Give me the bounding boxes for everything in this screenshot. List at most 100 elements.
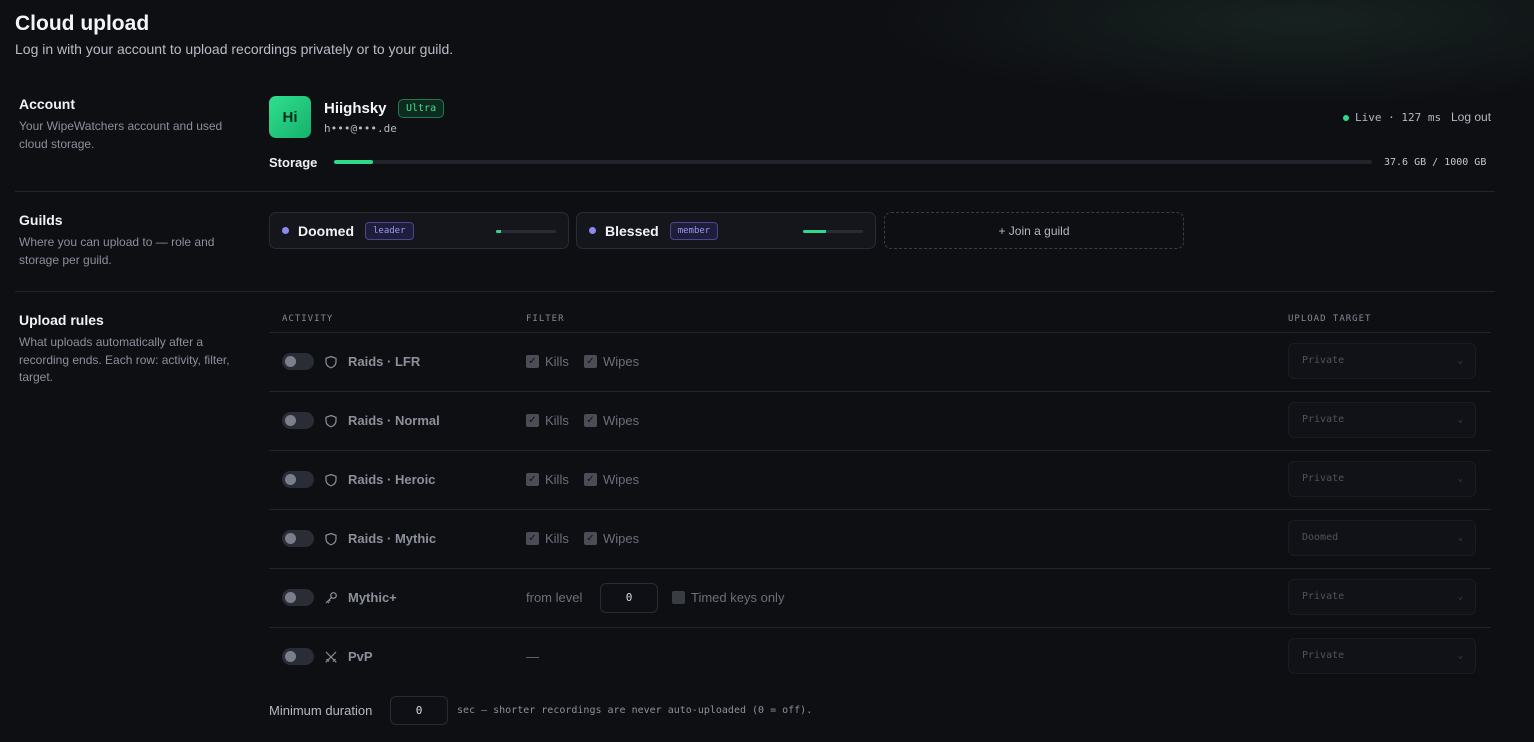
upload-target-select[interactable]: Private ⌄ (1288, 402, 1476, 438)
wipes-checkbox[interactable]: ✓ (584, 414, 597, 427)
chevron-down-icon: ⌄ (1457, 474, 1463, 484)
guild-name: Blessed (605, 222, 659, 239)
divider (15, 191, 1495, 192)
upload-target-value: Private (1302, 650, 1345, 661)
upload-target-value: Doomed (1302, 532, 1339, 543)
logout-button[interactable]: Log out (1451, 110, 1491, 124)
column-header-filter: FILTER (526, 314, 565, 324)
wipes-label: Wipes (603, 354, 640, 369)
storage-usage-text: 37.6 GB / 1000 GB (1384, 157, 1487, 168)
toggle-raids-heroic[interactable] (282, 471, 314, 488)
guild-dot-icon (282, 227, 289, 234)
guilds-section-label: Guilds Where you can upload to — role an… (19, 212, 234, 269)
chevron-down-icon: ⌄ (1457, 533, 1463, 543)
row-divider (269, 391, 1491, 392)
kills-checkbox[interactable]: ✓ (526, 414, 539, 427)
toggle-pvp[interactable] (282, 648, 314, 665)
activity-name: Raids · Heroic (348, 472, 436, 487)
upload-target-value: Private (1302, 591, 1345, 602)
wipes-checkbox[interactable]: ✓ (584, 355, 597, 368)
page-subtitle: Log in with your account to upload recor… (15, 41, 454, 57)
kills-checkbox[interactable]: ✓ (526, 532, 539, 545)
kills-label: Kills (545, 413, 569, 428)
row-divider (269, 332, 1491, 333)
kills-checkbox[interactable]: ✓ (526, 473, 539, 486)
guild-role-badge: member (669, 221, 719, 240)
timed-keys-label: Timed keys only (691, 590, 785, 605)
min-duration-note: sec — shorter recordings are never auto-… (457, 705, 813, 716)
guild-storage-fill (803, 230, 826, 233)
upload-target-value: Private (1302, 355, 1345, 366)
wipes-label: Wipes (603, 472, 640, 487)
activity-name: Raids · Mythic (348, 531, 437, 546)
account-section-label: Account Your WipeWatchers account and us… (19, 96, 234, 153)
guild-storage-fill (496, 230, 501, 233)
shield-icon (325, 355, 337, 369)
guild-storage-bar (803, 230, 863, 233)
chevron-down-icon: ⌄ (1457, 415, 1463, 425)
guild-name: Doomed (298, 222, 354, 239)
account-email: h•••@•••.de (324, 122, 397, 135)
upload-target-select[interactable]: Private ⌄ (1288, 343, 1476, 379)
live-dot-icon (1343, 114, 1349, 121)
min-duration-label: Minimum duration (269, 703, 373, 718)
account-heading: Account (19, 96, 75, 112)
from-level-label: from level (526, 590, 583, 605)
shield-icon (325, 473, 337, 487)
toggle-raids-normal[interactable] (282, 412, 314, 429)
guild-card-blessed[interactable]: Blessed member (576, 212, 876, 249)
toggle-raids-lfr[interactable] (282, 353, 314, 370)
storage-label: Storage (269, 155, 318, 170)
account-description: Your WipeWatchers account and used cloud… (19, 119, 223, 151)
kills-label: Kills (545, 531, 569, 546)
guild-storage-bar (496, 230, 556, 233)
guilds-description: Where you can upload to — role and stora… (19, 235, 215, 267)
chevron-down-icon: ⌄ (1457, 356, 1463, 366)
from-level-input[interactable]: 0 (600, 583, 658, 613)
chevron-down-icon: ⌄ (1457, 651, 1463, 661)
row-divider (269, 568, 1491, 569)
filter-none: — (526, 649, 539, 664)
rules-section-label: Upload rules What uploads automatically … (19, 312, 234, 387)
kills-label: Kills (545, 354, 569, 369)
column-header-activity: ACTIVITY (282, 314, 334, 324)
kills-checkbox[interactable]: ✓ (526, 355, 539, 368)
kills-label: Kills (545, 472, 569, 487)
upload-target-value: Private (1302, 414, 1345, 425)
activity-name: Raids · LFR (348, 354, 421, 369)
activity-name: Raids · Normal (348, 413, 440, 428)
upload-target-select[interactable]: Private ⌄ (1288, 638, 1476, 674)
rules-description: What uploads automatically after a recor… (19, 335, 230, 384)
upload-target-select[interactable]: Private ⌄ (1288, 461, 1476, 497)
tier-badge: Ultra (398, 99, 445, 118)
row-divider (269, 509, 1491, 510)
connection-status-text: Live · 127 ms (1355, 111, 1442, 124)
divider (15, 291, 1495, 292)
guild-dot-icon (589, 227, 596, 234)
join-guild-button[interactable]: + Join a guild (884, 212, 1184, 249)
min-duration-input[interactable]: 0 (390, 696, 448, 725)
shield-icon (325, 532, 337, 546)
guild-card-doomed[interactable]: Doomed leader (269, 212, 569, 249)
wipes-checkbox[interactable]: ✓ (584, 532, 597, 545)
guild-role-badge: leader (365, 221, 414, 240)
swords-icon (325, 651, 337, 663)
shield-icon (325, 414, 337, 428)
upload-target-select[interactable]: Doomed ⌄ (1288, 520, 1476, 556)
storage-progress-fill (334, 160, 374, 164)
activity-name: Mythic+ (348, 590, 397, 605)
toggle-raids-mythic[interactable] (282, 530, 314, 547)
timed-keys-checkbox[interactable] (672, 591, 685, 604)
upload-target-select[interactable]: Private ⌄ (1288, 579, 1476, 615)
rules-heading: Upload rules (19, 312, 104, 328)
wipes-checkbox[interactable]: ✓ (584, 473, 597, 486)
key-icon (325, 592, 337, 604)
page-title: Cloud upload (15, 12, 150, 35)
avatar: Hi (269, 96, 311, 138)
row-divider (269, 627, 1491, 628)
username: Hiighsky (324, 100, 387, 117)
toggle-mythic-plus[interactable] (282, 589, 314, 606)
chevron-down-icon: ⌄ (1457, 592, 1463, 602)
column-header-target: UPLOAD TARGET (1288, 314, 1372, 324)
connection-status: Live · 127 ms (1343, 111, 1441, 124)
